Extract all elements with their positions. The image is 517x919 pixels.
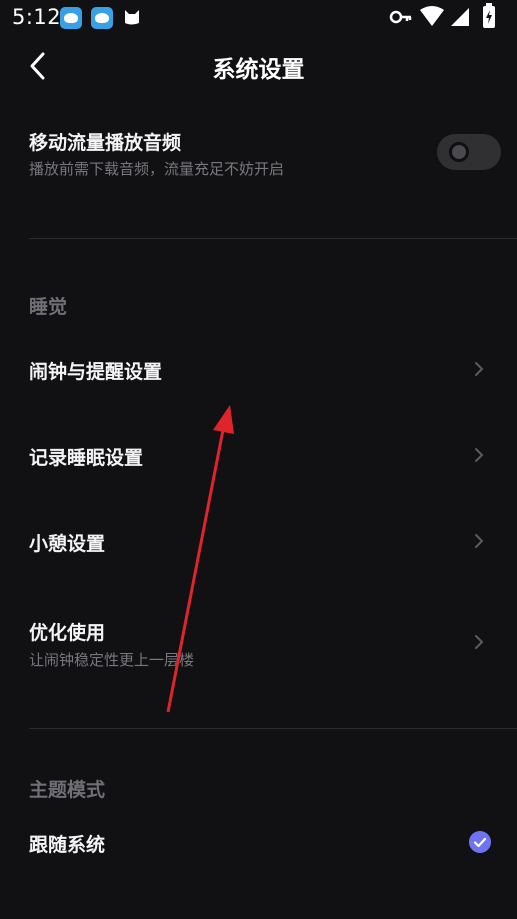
signal-icon — [451, 8, 469, 26]
mobile-data-audio-toggle[interactable] — [437, 134, 501, 170]
mobile-data-audio-row: 移动流量播放音频 播放前需下载音频，流量充足不妨开启 — [0, 118, 517, 228]
settings-item-subtitle: 让闹钟稳定性更上一层楼 — [29, 651, 195, 669]
cat-icon — [125, 10, 139, 25]
settings-item-sleep-record[interactable]: 记录睡眠设置 — [0, 414, 517, 496]
settings-item-nap[interactable]: 小憩设置 — [0, 500, 517, 582]
status-time: 5:12 — [12, 5, 62, 29]
battery-charging-icon — [483, 3, 495, 28]
settings-item-alarm-reminder[interactable]: 闹钟与提醒设置 — [0, 328, 517, 410]
theme-option-label: 跟随系统 — [29, 834, 106, 856]
divider — [29, 728, 517, 729]
key-icon — [389, 10, 412, 24]
section-header-sleep: 睡觉 — [29, 296, 68, 318]
status-bar: 5:12 — [0, 0, 517, 36]
app-header: 系统设置 — [0, 36, 517, 98]
app-icon-1 — [60, 7, 82, 29]
chevron-right-icon — [475, 635, 484, 649]
status-icons — [389, 3, 495, 28]
settings-item-label: 小憩设置 — [29, 533, 106, 555]
settings-item-label: 优化使用 — [29, 622, 106, 644]
settings-item-optimize[interactable]: 优化使用 让闹钟稳定性更上一层楼 — [0, 590, 517, 690]
check-icon — [469, 831, 491, 853]
theme-option-follow-system[interactable]: 跟随系统 — [0, 808, 517, 878]
mobile-data-audio-subtitle: 播放前需下载音频，流量充足不妨开启 — [29, 160, 285, 178]
section-header-theme: 主题模式 — [29, 779, 106, 801]
page-title: 系统设置 — [212, 57, 305, 83]
settings-item-label: 记录睡眠设置 — [29, 447, 144, 469]
chevron-right-icon — [475, 448, 484, 462]
chevron-right-icon — [475, 362, 484, 376]
wifi-icon — [420, 6, 444, 26]
mobile-data-audio-title: 移动流量播放音频 — [29, 132, 182, 154]
divider — [29, 238, 517, 239]
chevron-right-icon — [475, 534, 484, 548]
toggle-knob — [449, 142, 469, 162]
settings-item-label: 闹钟与提醒设置 — [29, 361, 163, 383]
app-icon-2 — [91, 7, 113, 29]
